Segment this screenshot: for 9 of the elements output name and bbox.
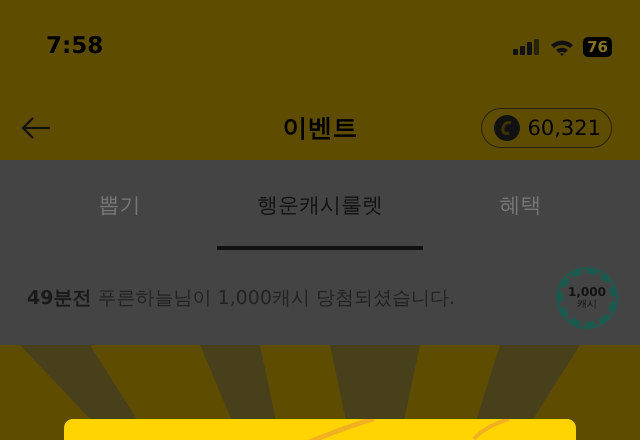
battery-icon: 76: [583, 37, 612, 57]
coin-icon: [494, 114, 520, 140]
balance-amount: 60,321: [528, 116, 601, 140]
status-time: 7:58: [46, 32, 104, 61]
signal-icon: [513, 39, 542, 55]
back-arrow-icon[interactable]: [20, 116, 52, 140]
balance-pill[interactable]: 60,321: [480, 108, 612, 148]
wifi-icon: [550, 38, 574, 56]
page-title: 이벤트: [282, 112, 358, 144]
